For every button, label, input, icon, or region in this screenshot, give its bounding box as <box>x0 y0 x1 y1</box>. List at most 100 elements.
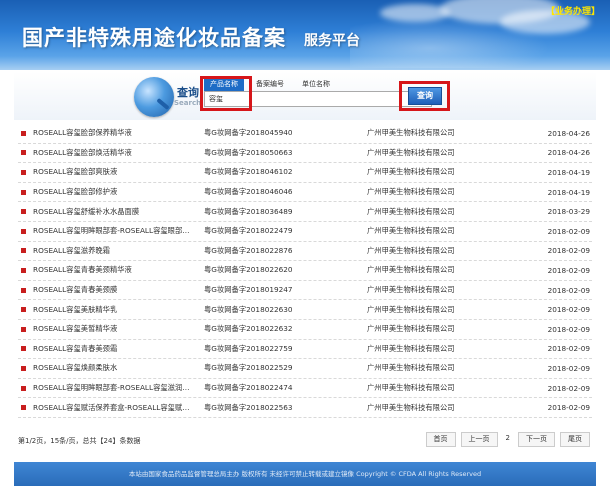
search-input-highlight <box>200 76 252 111</box>
list-item: ROSEALL容玺赋活保养套盒-ROSEALL容玺赋… 粤G妆网备字2018022… <box>18 398 592 418</box>
company-name: 广州甲美生物科技有限公司 <box>367 363 455 373</box>
record-date: 2018-02-09 <box>547 246 590 256</box>
bullet-icon <box>21 385 26 391</box>
next-page-button[interactable]: 下一页 <box>518 432 555 447</box>
record-date: 2018-04-19 <box>547 187 590 197</box>
company-name: 广州甲美生物科技有限公司 <box>367 383 455 393</box>
product-name-link[interactable]: ROSEALL容玺美皙精华液 <box>33 324 196 334</box>
world-map-graphic <box>350 18 550 68</box>
company-name: 广州甲美生物科技有限公司 <box>367 167 455 177</box>
product-name-link[interactable]: ROSEALL容玺脸部焕活精华液 <box>33 148 196 158</box>
list-item: ROSEALL容玺青春美颈精华液 粤G妆网备字2018022620 广州甲美生物科技… <box>18 261 592 281</box>
record-date: 2018-02-09 <box>547 383 590 393</box>
product-name-link[interactable]: ROSEALL容玺舒缓补水水晶面膜 <box>33 207 196 217</box>
list-item: ROSEALL容玺脸部保养精华液 粤G妆网备字2018045940 广州甲美生物科技… <box>18 124 592 144</box>
bullet-icon <box>21 209 26 215</box>
search-label-en: Search <box>174 99 202 107</box>
company-name: 广州甲美生物科技有限公司 <box>367 187 455 197</box>
company-name: 广州甲美生物科技有限公司 <box>367 285 455 295</box>
list-item: ROSEALL容玺美皙精华液 粤G妆网备字2018022632 广州甲美生物科技有限… <box>18 320 592 340</box>
bullet-icon <box>21 346 26 352</box>
product-name-link[interactable]: ROSEALL容玺青春美颈精华液 <box>33 265 196 275</box>
record-date: 2018-04-26 <box>547 148 590 158</box>
list-item: ROSEALL容玺舒缓补水水晶面膜 粤G妆网备字2018036489 广州甲美生物科… <box>18 202 592 222</box>
product-name-link[interactable]: ROSEALL容玺赋活保养套盒-ROSEALL容玺赋… <box>33 403 196 413</box>
search-panel: 查询 Search 产品名称 备案编号 单位名称 查询 <box>14 72 596 120</box>
list-item: ROSEALL容玺明眸眼部套-ROSEALL容玺滋润… 粤G妆网备字2018022… <box>18 379 592 399</box>
record-code: 粤G妆网备字2018022632 <box>204 324 293 334</box>
list-item: ROSEALL容玺滋养晚霜 粤G妆网备字2018022876 广州甲美生物科技有限公… <box>18 242 592 262</box>
company-name: 广州甲美生物科技有限公司 <box>367 226 455 236</box>
product-name-link[interactable]: ROSEALL容玺脸部爽肤液 <box>33 167 196 177</box>
record-date: 2018-04-26 <box>547 128 590 138</box>
product-name-link[interactable]: ROSEALL容玺青春美颈膜 <box>33 285 196 295</box>
record-code: 粤G妆网备字2018019247 <box>204 285 293 295</box>
bullet-icon <box>21 365 26 371</box>
tab-company-name[interactable]: 单位名称 <box>296 78 336 91</box>
company-name: 广州甲美生物科技有限公司 <box>367 343 455 353</box>
product-name-link[interactable]: ROSEALL容玺美肤精华乳 <box>33 305 196 315</box>
record-code: 粤G妆网备字2018046046 <box>204 187 293 197</box>
bullet-icon <box>21 130 26 136</box>
product-name-link[interactable]: ROSEALL容玺脸部保养精华液 <box>33 128 196 138</box>
record-code: 粤G妆网备字2018022759 <box>204 343 293 353</box>
product-name-link[interactable]: ROSEALL容玺脸部修护液 <box>33 187 196 197</box>
pagination-info: 第1/2页，15条/页，总共【24】条数据 <box>18 437 141 445</box>
record-code: 粤G妆网备字2018022529 <box>204 363 293 373</box>
bullet-icon <box>21 307 26 313</box>
record-date: 2018-02-09 <box>547 324 590 334</box>
page-title: 国产非特殊用途化妆品备案 <box>22 25 286 50</box>
product-name-link[interactable]: ROSEALL容玺青春美颈霜 <box>33 344 196 354</box>
record-code: 粤G妆网备字2018022630 <box>204 304 293 314</box>
list-item: ROSEALL容玺青春美颈霜 粤G妆网备字2018022759 广州甲美生物科技有限… <box>18 340 592 360</box>
record-code: 粤G妆网备字2018050663 <box>204 147 293 157</box>
record-code: 粤G妆网备字2018022876 <box>204 245 293 255</box>
results-list: ROSEALL容玺脸部保养精华液 粤G妆网备字2018045940 广州甲美生物科技… <box>18 124 592 418</box>
pagination: 首页 上一页 2 下一页 尾页 <box>425 432 590 447</box>
company-name: 广州甲美生物科技有限公司 <box>367 206 455 216</box>
company-name: 广州甲美生物科技有限公司 <box>367 245 455 255</box>
record-code: 粤G妆网备字2018022474 <box>204 383 293 393</box>
list-item: ROSEALL容玺脸部爽肤液 粤G妆网备字2018046102 广州甲美生物科技有限… <box>18 163 592 183</box>
header-banner: 国产非特殊用途化妆品备案 服务平台 【业务办理】 <box>0 0 610 70</box>
bullet-icon <box>21 405 26 411</box>
bullet-icon <box>21 228 26 234</box>
list-item: ROSEALL容玺脸部焕活精华液 粤G妆网备字2018050663 广州甲美生物科技… <box>18 144 592 164</box>
tab-record-number[interactable]: 备案编号 <box>250 78 290 91</box>
product-name-link[interactable]: ROSEALL容玺明眸眼部套-ROSEALL容玺滋润… <box>33 383 196 393</box>
record-date: 2018-02-09 <box>547 344 590 354</box>
record-date: 2018-04-19 <box>547 167 590 177</box>
record-code: 粤G妆网备字2018022620 <box>204 265 293 275</box>
bullet-icon <box>21 189 26 195</box>
record-date: 2018-02-09 <box>547 226 590 236</box>
list-item: ROSEALL容玺脸部修护液 粤G妆网备字2018046046 广州甲美生物科技有限… <box>18 183 592 203</box>
bullet-icon <box>21 267 26 273</box>
footer: 本站由国家食品药品监督管理总局主办 版权所有 未经许可禁止转载或建立镜像 Cop… <box>14 462 596 486</box>
product-name-link[interactable]: ROSEALL容玺明眸眼部套-ROSEALL容玺眼部… <box>33 226 196 236</box>
product-name-link[interactable]: ROSEALL容玺滋养晚霜 <box>33 246 196 256</box>
prev-page-button[interactable]: 上一页 <box>460 432 498 447</box>
search-globe-icon <box>134 77 174 117</box>
page-subtitle: 服务平台 <box>304 33 360 49</box>
record-date: 2018-02-09 <box>547 363 590 373</box>
bullet-icon <box>21 287 26 293</box>
record-date: 2018-02-09 <box>547 305 590 315</box>
list-item: ROSEALL容玺焕颜柔肤水 粤G妆网备字2018022529 广州甲美生物科技有限… <box>18 359 592 379</box>
company-name: 广州甲美生物科技有限公司 <box>367 304 455 314</box>
list-item: ROSEALL容玺明眸眼部套-ROSEALL容玺眼部… 粤G妆网备字2018022… <box>18 222 592 242</box>
record-date: 2018-03-29 <box>547 207 590 217</box>
last-page-button[interactable]: 尾页 <box>560 432 590 447</box>
company-name: 广州甲美生物科技有限公司 <box>367 265 455 275</box>
page-number-link[interactable]: 2 <box>503 432 513 447</box>
search-label: 查询 <box>177 86 199 99</box>
product-name-link[interactable]: ROSEALL容玺焕颜柔肤水 <box>33 363 196 373</box>
business-link[interactable]: 【业务办理】 <box>546 4 600 17</box>
company-name: 广州甲美生物科技有限公司 <box>367 324 455 334</box>
company-name: 广州甲美生物科技有限公司 <box>367 147 455 157</box>
company-name: 广州甲美生物科技有限公司 <box>367 128 455 138</box>
record-code: 粤G妆网备字2018046102 <box>204 167 293 177</box>
first-page-button[interactable]: 首页 <box>425 432 456 447</box>
record-code: 粤G妆网备字2018045940 <box>204 128 293 138</box>
record-code: 粤G妆网备字2018022479 <box>204 226 293 236</box>
list-item: ROSEALL容玺美肤精华乳 粤G妆网备字2018022630 广州甲美生物科技有限… <box>18 300 592 320</box>
